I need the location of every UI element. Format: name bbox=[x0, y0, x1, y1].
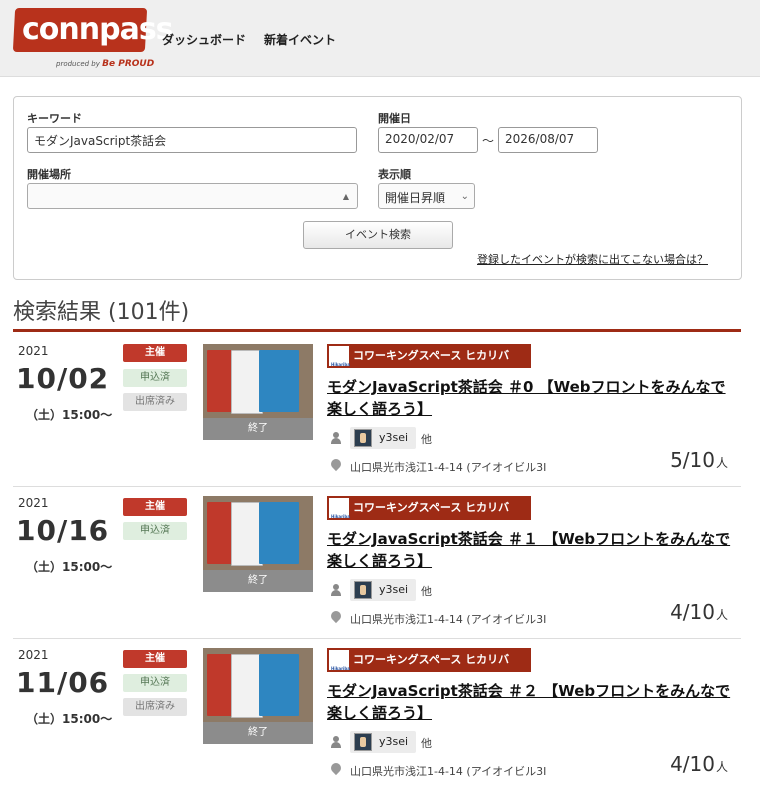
event-status-label: 終了 bbox=[203, 570, 313, 592]
event-item: 2021 10/16 （土）15:00〜 主催 申込済 終了 Hikariba … bbox=[0, 484, 760, 636]
attended-badge: 出席済み bbox=[123, 393, 187, 411]
group-name: コワーキングスペース ヒカリバ bbox=[353, 349, 510, 362]
location-pin-icon bbox=[328, 456, 344, 473]
event-year: 2021 bbox=[18, 648, 49, 662]
participant-count: 4/10人 bbox=[670, 752, 728, 776]
location-pin-icon bbox=[328, 608, 344, 625]
logo-text[interactable]: connpass bbox=[22, 12, 174, 47]
event-location: 山口県光市浅江1-4-14 (アイオイビル3I bbox=[350, 461, 547, 474]
event-time: （土）15:00〜 bbox=[26, 408, 113, 422]
keyword-input[interactable]: モダンJavaScript茶話会 bbox=[27, 127, 357, 153]
group-logo-icon: Hikariba bbox=[329, 650, 350, 671]
event-title-link[interactable]: モダンJavaScript茶話会 ＃１ 【Webフロントをみんなで楽しく語ろう】 bbox=[327, 528, 732, 572]
owner-user-link[interactable]: y3sei bbox=[350, 731, 416, 753]
user-avatar bbox=[354, 429, 372, 447]
sort-label: 表示順 bbox=[378, 168, 411, 181]
group-link[interactable]: Hikariba コワーキングスペース ヒカリバ bbox=[327, 344, 531, 368]
event-date: 10/16 bbox=[16, 514, 110, 547]
group-logo-text: Hikariba bbox=[331, 514, 350, 519]
triangle-up-icon: ▲ bbox=[342, 192, 349, 201]
book-cover-image bbox=[259, 350, 299, 412]
event-title-link[interactable]: モダンJavaScript茶話会 ＃２ 【Webフロントをみんなで楽しく語ろう】 bbox=[327, 680, 732, 724]
event-time: （土）15:00〜 bbox=[26, 712, 113, 726]
person-icon bbox=[330, 736, 342, 748]
host-badge: 主催 bbox=[123, 344, 187, 362]
event-item: 2021 11/06 （土）15:00〜 主催 申込済 出席済み 終了 Hika… bbox=[0, 636, 760, 788]
event-time: （土）15:00〜 bbox=[26, 560, 113, 574]
others-label: 他 bbox=[421, 433, 432, 446]
participant-count: 4/10人 bbox=[670, 600, 728, 624]
nav-new-events[interactable]: 新着イベント bbox=[264, 31, 336, 48]
event-search-button[interactable]: イベント検索 bbox=[303, 221, 453, 249]
user-avatar bbox=[354, 733, 372, 751]
event-status-label: 終了 bbox=[203, 418, 313, 440]
book-cover-image bbox=[259, 502, 299, 564]
event-item: 2021 10/02 （土）15:00〜 主催 申込済 出席済み 終了 Hika… bbox=[0, 332, 760, 484]
participant-count-value: 4/10 bbox=[670, 752, 715, 776]
group-logo-text: Hikariba bbox=[331, 666, 350, 671]
group-logo-text: Hikariba bbox=[331, 362, 350, 367]
sort-select[interactable]: 開催日昇順 ⌄ bbox=[378, 183, 475, 209]
applied-badge: 申込済 bbox=[123, 674, 187, 692]
attended-badge: 出席済み bbox=[123, 698, 187, 716]
user-name: y3sei bbox=[379, 431, 409, 444]
book-cover-image bbox=[259, 654, 299, 716]
chevron-down-icon: ⌄ bbox=[460, 191, 469, 202]
group-link[interactable]: Hikariba コワーキングスペース ヒカリバ bbox=[327, 496, 531, 520]
event-thumbnail[interactable] bbox=[203, 648, 313, 722]
host-badge: 主催 bbox=[123, 650, 187, 668]
place-select[interactable]: ▲ bbox=[27, 183, 358, 209]
user-name: y3sei bbox=[379, 583, 409, 596]
applied-badge: 申込済 bbox=[123, 522, 187, 540]
top-bar: connpass produced by Be PROUD ダッシュボード 新着… bbox=[0, 0, 760, 77]
event-status-label: 終了 bbox=[203, 722, 313, 744]
event-date: 10/02 bbox=[16, 362, 110, 395]
group-logo-icon: Hikariba bbox=[329, 498, 350, 519]
logo-subtitle-prefix: produced by bbox=[56, 60, 100, 68]
owner-user-link[interactable]: y3sei bbox=[350, 427, 416, 449]
event-location: 山口県光市浅江1-4-14 (アイオイビル3I bbox=[350, 765, 547, 778]
applied-badge: 申込済 bbox=[123, 369, 187, 387]
logo-subtitle-brand: Be PROUD bbox=[102, 59, 155, 69]
search-form: キーワード モダンJavaScript茶話会 開催日 2020/02/07 〜 … bbox=[13, 96, 742, 280]
date-to-input[interactable]: 2026/08/07 bbox=[498, 127, 598, 153]
others-label: 他 bbox=[421, 737, 432, 750]
results-title: 検索結果 (101件) bbox=[13, 300, 190, 325]
group-link[interactable]: Hikariba コワーキングスペース ヒカリバ bbox=[327, 648, 531, 672]
user-name: y3sei bbox=[379, 735, 409, 748]
owner-user-link[interactable]: y3sei bbox=[350, 579, 416, 601]
person-icon bbox=[330, 432, 342, 444]
date-label: 開催日 bbox=[378, 112, 411, 125]
event-location: 山口県光市浅江1-4-14 (アイオイビル3I bbox=[350, 613, 547, 626]
place-label: 開催場所 bbox=[27, 168, 71, 181]
date-range-separator: 〜 bbox=[482, 134, 495, 148]
event-year: 2021 bbox=[18, 496, 49, 510]
group-name: コワーキングスペース ヒカリバ bbox=[353, 501, 510, 514]
participant-count: 5/10人 bbox=[670, 448, 728, 472]
event-thumbnail[interactable] bbox=[203, 496, 313, 570]
event-thumbnail[interactable] bbox=[203, 344, 313, 418]
others-label: 他 bbox=[421, 585, 432, 598]
logo-subtitle: produced by Be PROUD bbox=[56, 59, 154, 69]
person-icon bbox=[330, 584, 342, 596]
search-help-link[interactable]: 登録したイベントが検索に出てこない場合は？ bbox=[477, 251, 708, 267]
group-name: コワーキングスペース ヒカリバ bbox=[353, 653, 510, 666]
date-from-input[interactable]: 2020/02/07 bbox=[378, 127, 478, 153]
user-avatar bbox=[354, 581, 372, 599]
sort-select-value: 開催日昇順 bbox=[385, 191, 446, 205]
keyword-label: キーワード bbox=[27, 112, 82, 125]
participant-count-value: 4/10 bbox=[670, 600, 715, 624]
nav-dashboard[interactable]: ダッシュボード bbox=[162, 31, 246, 48]
event-date: 11/06 bbox=[16, 666, 110, 699]
participant-count-value: 5/10 bbox=[670, 448, 715, 472]
event-year: 2021 bbox=[18, 344, 49, 358]
participant-count-unit: 人 bbox=[715, 760, 728, 774]
participant-count-unit: 人 bbox=[715, 608, 728, 622]
event-title-link[interactable]: モダンJavaScript茶話会 ＃0 【Webフロントをみんなで楽しく語ろう】 bbox=[327, 376, 732, 420]
group-logo-icon: Hikariba bbox=[329, 346, 350, 367]
location-pin-icon bbox=[328, 760, 344, 777]
host-badge: 主催 bbox=[123, 498, 187, 516]
participant-count-unit: 人 bbox=[715, 456, 728, 470]
